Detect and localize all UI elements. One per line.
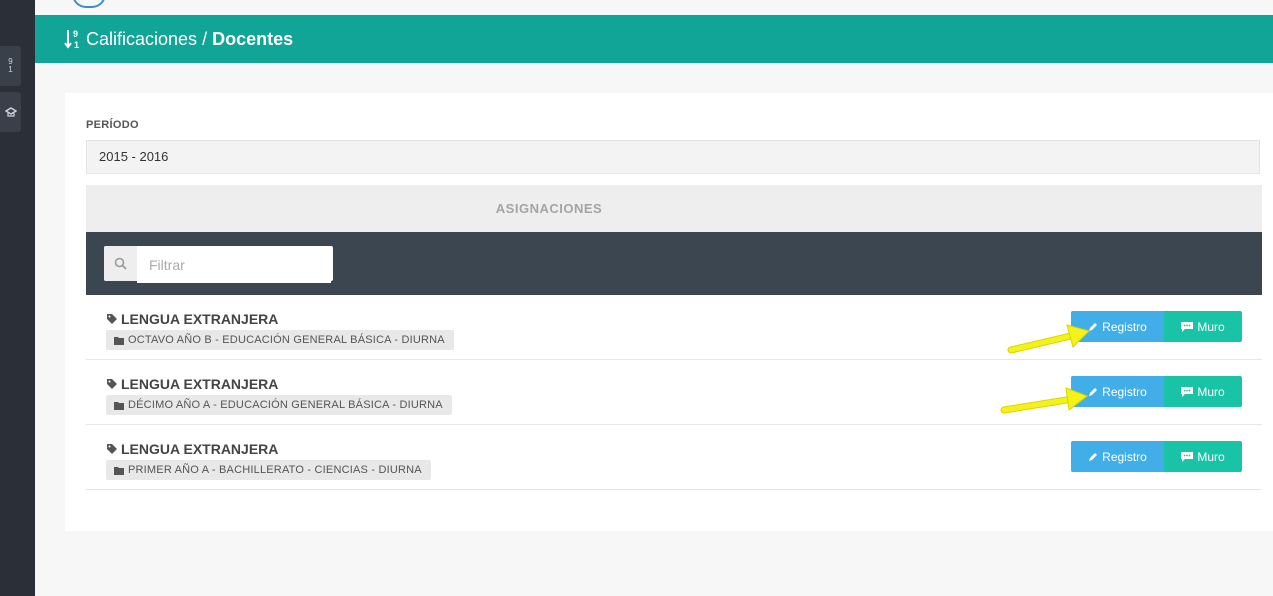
- muro-label: Muro: [1197, 319, 1225, 334]
- subject-title: LENGUA EXTRANJERA: [106, 311, 278, 327]
- muro-button[interactable]: Muro: [1164, 441, 1242, 472]
- search-box: [104, 246, 333, 283]
- muro-label: Muro: [1197, 449, 1225, 464]
- row-actions: Registro Muro: [1071, 311, 1242, 342]
- periodo-select[interactable]: 2015 - 2016: [86, 140, 1260, 174]
- registro-label: Registro: [1102, 384, 1147, 399]
- annotation-arrow: [1007, 324, 1090, 354]
- folder-icon: [114, 466, 124, 475]
- registro-label: Registro: [1102, 319, 1147, 334]
- breadcrumb-parent[interactable]: Calificaciones: [86, 29, 197, 50]
- tag-icon: [107, 314, 117, 324]
- subject-name: LENGUA EXTRANJERA: [121, 376, 279, 392]
- sidebar-grades-button[interactable]: 91: [0, 46, 21, 86]
- group-badge: PRIMER AÑO A - BACHILLERATO - CIENCIAS -…: [106, 460, 431, 480]
- row-actions: Registro Muro: [1071, 376, 1242, 407]
- graduation-cap-icon: [4, 107, 17, 117]
- group-badge: DÉCIMO AÑO A - EDUCACIÓN GENERAL BÁSICA …: [106, 395, 452, 415]
- search-icon: [104, 246, 137, 281]
- comment-icon: [1181, 321, 1194, 332]
- top-bar: [35, 0, 1273, 15]
- registro-label: Registro: [1102, 449, 1147, 464]
- asignaciones-title: ASIGNACIONES: [495, 201, 603, 216]
- subject-title: LENGUA EXTRANJERA: [106, 376, 278, 392]
- pencil-icon: [1089, 452, 1098, 461]
- page-title: Docentes: [212, 28, 294, 49]
- group-badge: OCTAVO AÑO B - EDUCACIÓN GENERAL BÁSICA …: [106, 330, 454, 350]
- folder-icon: [114, 336, 124, 345]
- annotation-arrow: [1000, 387, 1089, 414]
- tag-icon: [107, 444, 117, 454]
- group-name: OCTAVO AÑO B - EDUCACIÓN GENERAL BÁSICA …: [128, 334, 445, 346]
- group-name: DÉCIMO AÑO A - EDUCACIÓN GENERAL BÁSICA …: [128, 399, 443, 411]
- sidebar: 91: [0, 0, 35, 596]
- sort-numeric-icon: 91: [8, 57, 13, 74]
- muro-label: Muro: [1197, 384, 1225, 399]
- filter-bar: [86, 232, 1262, 295]
- svg-text:9: 9: [73, 29, 78, 39]
- folder-icon: [114, 401, 124, 410]
- breadcrumb-separator: /: [202, 28, 208, 49]
- subject-name: LENGUA EXTRANJERA: [121, 311, 279, 327]
- assignments-panel: PERÍODO 2015 - 2016 ASIGNACIONES LENGUA …: [65, 93, 1273, 531]
- muro-button[interactable]: Muro: [1164, 376, 1242, 407]
- asignaciones-tab[interactable]: ASIGNACIONES: [86, 185, 1262, 232]
- sort-numeric-icon: 9 1: [64, 29, 79, 50]
- tag-icon: [107, 379, 117, 389]
- list-item: LENGUA EXTRANJERA PRIMER AÑO A - BACHILL…: [86, 425, 1262, 490]
- comment-icon: [1181, 386, 1194, 397]
- registro-button[interactable]: Registro: [1071, 441, 1164, 472]
- group-name: PRIMER AÑO A - BACHILLERATO - CIENCIAS -…: [128, 464, 422, 476]
- search-input[interactable]: [137, 246, 331, 283]
- page-header: 9 1 Calificaciones / Docentes: [35, 15, 1273, 63]
- svg-text:1: 1: [74, 40, 79, 50]
- row-actions: Registro Muro: [1071, 441, 1242, 472]
- comment-icon: [1181, 451, 1194, 462]
- periodo-label: PERÍODO: [86, 119, 139, 131]
- subject-title: LENGUA EXTRANJERA: [106, 441, 278, 457]
- sidebar-graduation-button[interactable]: [0, 92, 21, 132]
- subject-name: LENGUA EXTRANJERA: [121, 441, 279, 457]
- muro-button[interactable]: Muro: [1164, 311, 1242, 342]
